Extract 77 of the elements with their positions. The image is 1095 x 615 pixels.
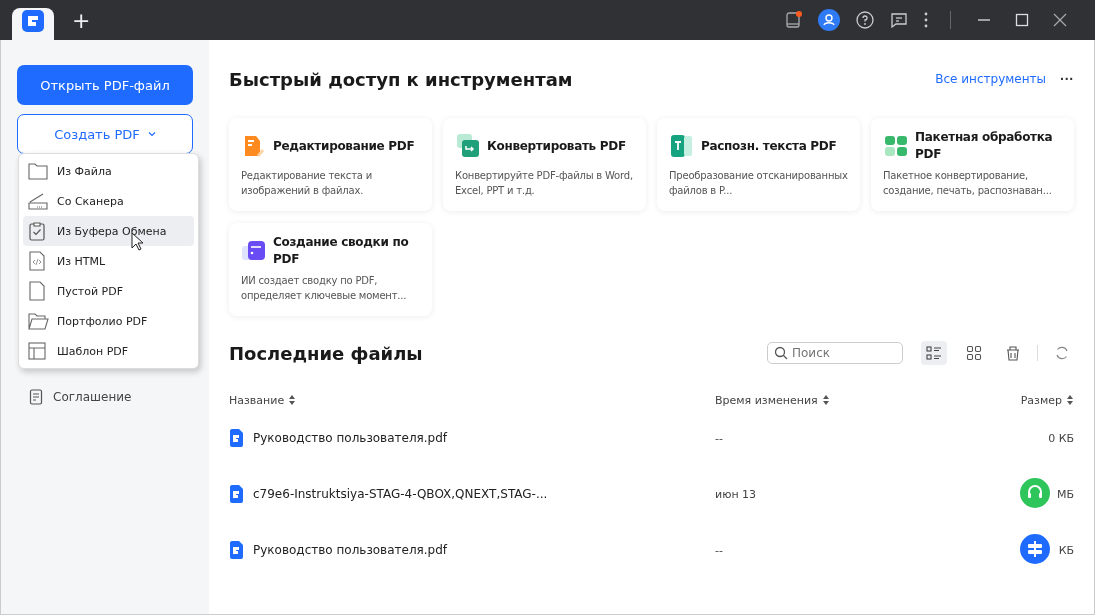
open-pdf-button[interactable]: Открыть PDF-файл (17, 65, 193, 105)
tool-card[interactable]: Создание сводки по PDF ИИ создает сводку по PDF, определяет ключевые момент... (229, 223, 432, 316)
tool-card[interactable]: Конвертировать PDF Конвертируйте PDF-файлы в Word, Excel, PPT и т.д. (443, 118, 646, 211)
list-view-button[interactable] (921, 341, 947, 365)
sidebar-item[interactable]: Соглашение (17, 385, 193, 409)
all-tools-link[interactable]: Все инструменты (935, 72, 1046, 86)
column-header[interactable]: Название (229, 393, 715, 407)
tool-description: ИИ создает сводку по PDF, определяет ключевые момент... (241, 274, 408, 303)
menu-item[interactable]: Из Файла (23, 156, 194, 186)
grid-view-icon (966, 345, 982, 361)
tool-description: Преобразование отсканированных файлов в P... (669, 169, 849, 198)
tool-icon (669, 133, 695, 159)
section-title: Последние файлы (229, 342, 423, 364)
app-logo-icon (22, 10, 44, 32)
section-title: Быстрый доступ к инструментам (229, 68, 573, 90)
signpost-icon[interactable] (1020, 534, 1050, 564)
menu-item[interactable]: Пустой PDF (23, 276, 194, 306)
trash-icon[interactable] (1005, 345, 1021, 361)
sort-icon (1066, 394, 1074, 406)
create-pdf-button[interactable]: Создать PDF (17, 114, 193, 154)
file-row[interactable]: Руководство пользователя.pdf -- КБ (229, 522, 1074, 578)
tool-title: Редактирование PDF (273, 137, 415, 155)
file-size: МБ (1056, 487, 1074, 501)
tool-title: Пакетная обработка PDF (915, 129, 1054, 163)
tool-card[interactable]: Пакетная обработка PDF Пакетное конвертирование, создание, печать, распознаван... (871, 118, 1074, 211)
menu-item-icon (27, 341, 49, 361)
tool-description: Пакетное конвертирование, создание, печать, распознаван... (883, 169, 1053, 198)
tool-description: Конвертируйте PDF-файлы в Word, Excel, PPT и т.д. (455, 169, 634, 198)
tool-card[interactable]: Редактирование PDF Редактирование текста и изображений в файлах. (229, 118, 432, 211)
refresh-icon[interactable] (1054, 345, 1070, 361)
list-view-icon (926, 345, 942, 361)
menu-item[interactable]: Со Сканера (23, 186, 194, 216)
sort-icon (288, 394, 297, 406)
search-icon (774, 346, 788, 360)
menu-item[interactable]: Портфолио PDF (23, 306, 194, 336)
pdf-file-icon (229, 429, 243, 447)
tool-description: Редактирование текста и изображений в файлах. (241, 169, 373, 198)
sort-icon (821, 394, 830, 406)
file-size: КБ (1058, 543, 1074, 557)
file-row[interactable]: Руководство пользователя.pdf -- 0 КБ (229, 410, 1074, 466)
tool-title: Конвертировать PDF (487, 137, 626, 155)
help-icon[interactable] (856, 11, 874, 29)
search-field[interactable]: Поиск (767, 342, 903, 364)
tool-title: Распозн. текста PDF (701, 137, 837, 155)
caret-icon (147, 131, 156, 137)
maximize-icon[interactable] (1015, 13, 1029, 27)
file-size: 0 КБ (1048, 431, 1074, 445)
modified-date: -- (715, 543, 724, 557)
modified-date: -- (715, 431, 724, 445)
menu-item[interactable]: Шаблон PDF (23, 336, 194, 366)
feedback-icon[interactable] (890, 11, 908, 29)
user-avatar-icon[interactable] (818, 9, 840, 31)
tool-title: Создание сводки по PDF (273, 234, 410, 268)
file-name: Руководство пользователя.pdf (253, 543, 448, 557)
menu-item[interactable]: Из HTML (23, 246, 194, 276)
new-tab-button[interactable]: + (68, 7, 95, 33)
column-header[interactable]: Размер (1020, 393, 1074, 407)
menu-item-icon (27, 191, 49, 211)
file-row[interactable]: c79e6-Instruktsiya-STAG-4-QBOX,QNEXT,STAG-... июн 13 МБ (229, 466, 1074, 522)
menu-item-icon (27, 311, 49, 331)
more-button[interactable]: ··· (1060, 71, 1074, 87)
more-icon[interactable] (924, 12, 928, 28)
menu-item-icon (27, 161, 49, 181)
pdf-file-icon (229, 541, 243, 559)
notification-icon[interactable] (784, 11, 802, 29)
tool-icon (455, 133, 481, 159)
pdf-file-icon (229, 485, 243, 503)
close-icon[interactable] (1053, 13, 1067, 27)
file-name: Руководство пользователя.pdf (253, 431, 448, 445)
tool-icon (883, 133, 909, 159)
search-input[interactable]: Поиск (792, 346, 892, 360)
tool-card[interactable]: Распозн. текста PDF Преобразование отсканированных файлов в P... (657, 118, 860, 211)
document-icon (29, 389, 43, 405)
column-header[interactable]: Время изменения (715, 393, 1021, 407)
app-tab[interactable] (12, 8, 54, 40)
file-name: c79e6-Instruktsiya-STAG-4-QBOX,QNEXT,STAG-... (253, 487, 548, 501)
modified-date: июн 13 (715, 487, 758, 501)
